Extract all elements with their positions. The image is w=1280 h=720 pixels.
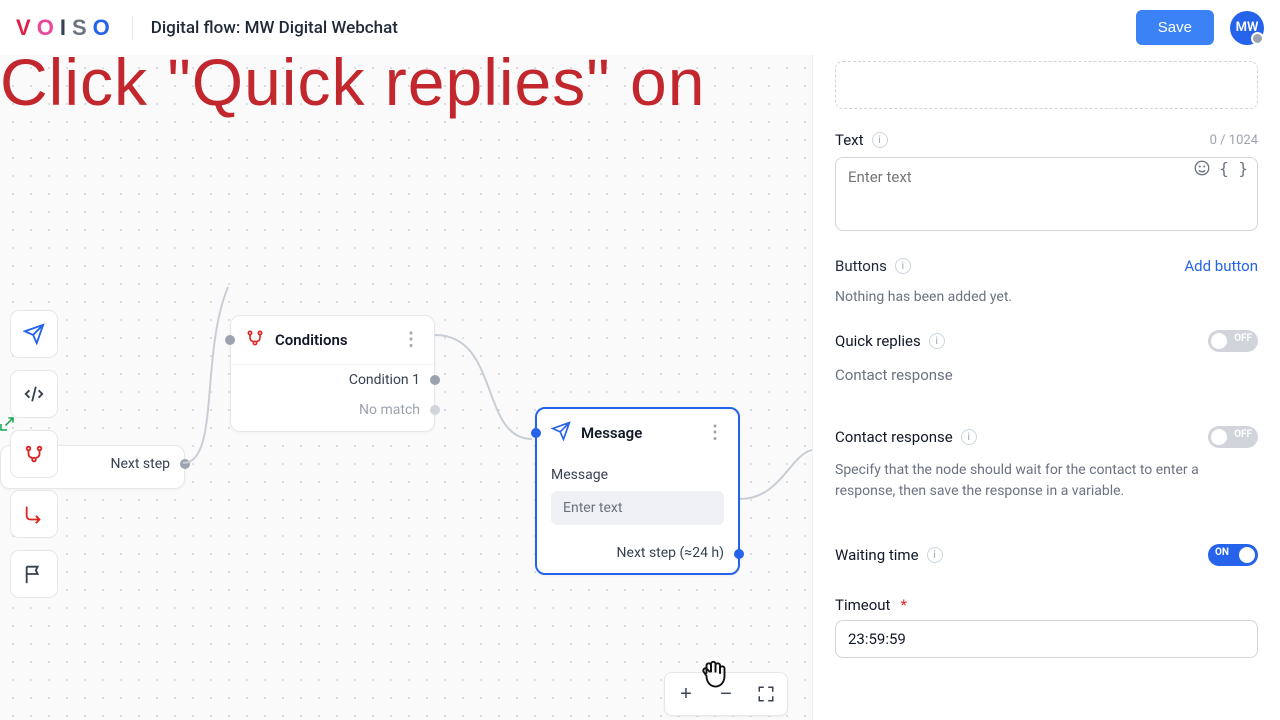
- buttons-empty: Nothing has been added yet.: [835, 287, 1258, 308]
- node-message-input[interactable]: Enter text: [551, 491, 724, 525]
- waiting-time-toggle[interactable]: ON: [1208, 544, 1258, 566]
- port-in[interactable]: [531, 428, 541, 438]
- emoji-icon[interactable]: [1193, 159, 1211, 181]
- info-icon[interactable]: i: [927, 547, 943, 563]
- branch-icon: [245, 328, 265, 352]
- flow-canvas[interactable]: Next step Conditions ⋮ Condition 1 No ma…: [0, 55, 812, 720]
- avatar[interactable]: MW: [1230, 11, 1264, 45]
- logo: VOISO: [16, 15, 114, 41]
- condition-1-label: Condition 1: [349, 372, 420, 388]
- node-message-next: Next step (≈24 h): [537, 535, 738, 573]
- no-match-label: No match: [359, 402, 420, 418]
- condition-row[interactable]: Condition 1: [231, 365, 434, 395]
- zoom-fit-button[interactable]: [749, 677, 783, 711]
- node-menu-icon[interactable]: ⋮: [402, 331, 420, 349]
- node-message-title: Message: [581, 424, 642, 442]
- info-icon[interactable]: i: [961, 429, 977, 445]
- hand-cursor-icon: [696, 655, 732, 691]
- buttons-label: Buttons: [835, 257, 887, 275]
- tool-flag[interactable]: [10, 550, 58, 598]
- variables-icon[interactable]: { }: [1219, 159, 1248, 181]
- toggle-on-label: ON: [1215, 547, 1229, 558]
- properties-panel: Text i 0 / 1024 { } Buttons i Add button…: [812, 55, 1280, 720]
- port[interactable]: [180, 459, 190, 469]
- contact-response-desc: Specify that the node should wait for th…: [835, 460, 1258, 502]
- timeout-label: Timeout: [835, 596, 890, 614]
- send-icon: [551, 421, 571, 445]
- port[interactable]: [734, 549, 744, 559]
- quick-replies-toggle[interactable]: OFF: [1208, 330, 1258, 352]
- node-conditions[interactable]: Conditions ⋮ Condition 1 No match: [230, 315, 435, 432]
- contact-response-toggle[interactable]: OFF: [1208, 426, 1258, 448]
- toggle-off-label: OFF: [1234, 333, 1252, 344]
- node-message-next-label: Next step (≈24 h): [617, 545, 724, 561]
- tool-redirect[interactable]: [10, 490, 58, 538]
- text-label: Text: [835, 131, 864, 149]
- timeout-input[interactable]: [835, 620, 1258, 658]
- toggle-off-label: OFF: [1234, 429, 1252, 440]
- quick-replies-sub: Contact response: [835, 366, 1258, 384]
- port[interactable]: [430, 375, 440, 385]
- text-counter: 0 / 1024: [1210, 133, 1258, 148]
- waiting-time-label: Waiting time: [835, 546, 919, 564]
- port-in[interactable]: [225, 335, 235, 345]
- port[interactable]: [430, 405, 440, 415]
- required-indicator: *: [900, 596, 906, 614]
- no-match-row[interactable]: No match: [231, 395, 434, 425]
- page-title: Digital flow: MW Digital Webchat: [151, 18, 398, 38]
- add-button-link[interactable]: Add button: [1184, 257, 1258, 275]
- tool-message[interactable]: [10, 310, 58, 358]
- node-message-sub: Message: [537, 457, 738, 487]
- instruction-overlay: Click "Quick replies" on: [0, 44, 705, 120]
- quick-replies-label: Quick replies: [835, 332, 921, 350]
- info-icon[interactable]: i: [929, 333, 945, 349]
- toolbox: [10, 310, 58, 598]
- node-menu-icon[interactable]: ⋮: [706, 424, 724, 442]
- save-button[interactable]: Save: [1136, 10, 1214, 45]
- tool-conditions[interactable]: [10, 430, 58, 478]
- info-icon[interactable]: i: [872, 132, 888, 148]
- node-message[interactable]: Message ⋮ Message Enter text Next step (…: [535, 407, 740, 575]
- drop-area[interactable]: [835, 61, 1258, 109]
- contact-response-label: Contact response: [835, 428, 953, 446]
- info-icon[interactable]: i: [895, 258, 911, 274]
- divider: [132, 16, 133, 40]
- tool-code[interactable]: [10, 370, 58, 418]
- node-start-next-label: Next step: [111, 456, 171, 472]
- node-message-placeholder: Enter text: [563, 500, 622, 516]
- node-conditions-title: Conditions: [275, 331, 348, 349]
